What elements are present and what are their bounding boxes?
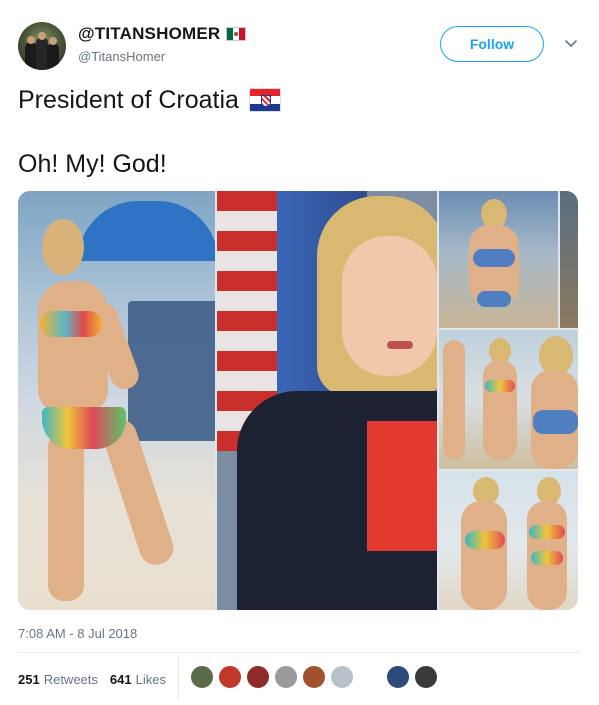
liker-avatar[interactable] — [358, 665, 382, 689]
photo-edge-strip — [560, 191, 578, 328]
umbrella-shape — [128, 301, 215, 441]
tweet-stats: 251 Retweets 641 Likes — [18, 662, 178, 696]
display-name-row[interactable]: @TITANSHOMER — [78, 24, 247, 44]
person-head — [42, 219, 84, 275]
liker-avatars — [190, 665, 438, 689]
swimsuit-top — [473, 249, 515, 267]
avatar-head — [49, 37, 57, 45]
person-body — [461, 501, 507, 610]
liker-avatar[interactable] — [246, 665, 270, 689]
photo-beach-left[interactable] — [18, 191, 215, 610]
liker-avatar[interactable] — [274, 665, 298, 689]
person-torso — [38, 281, 108, 411]
portrait-shirt — [367, 421, 437, 551]
tweet-text-line: Oh! My! God! — [18, 148, 578, 180]
media-grid — [18, 191, 578, 610]
swimsuit-top — [485, 380, 515, 392]
likes-label: Likes — [135, 671, 166, 687]
retweets-count: 251 — [18, 671, 40, 687]
display-name[interactable]: @TITANSHOMER — [78, 24, 220, 44]
swimsuit-bottom — [477, 291, 511, 307]
avatar-head — [38, 32, 46, 40]
photo-portrait[interactable] — [217, 191, 437, 610]
portrait-lips — [387, 341, 413, 349]
liker-avatar[interactable] — [190, 665, 214, 689]
likes-count: 641 — [109, 671, 132, 687]
person-leg — [48, 431, 84, 601]
liker-avatar[interactable] — [330, 665, 354, 689]
person-body — [443, 340, 465, 460]
likes-stat[interactable]: 641 Likes — [110, 672, 166, 687]
user-names: @TITANSHOMER @TitansHomer — [78, 24, 247, 64]
tweet-timestamp[interactable]: 7:08 AM - 8 Jul 2018 — [18, 626, 137, 641]
liker-avatar[interactable] — [218, 665, 242, 689]
swimsuit-top — [529, 525, 565, 539]
tweet-header: @TITANSHOMER @TitansHomer Follow — [18, 20, 581, 72]
follow-button[interactable]: Follow — [440, 26, 544, 62]
mexico-flag-icon — [226, 27, 247, 41]
divider — [178, 656, 179, 700]
swimsuit-top — [465, 531, 505, 549]
divider — [18, 652, 581, 653]
swimsuit-top — [533, 410, 578, 434]
retweets-label: Retweets — [43, 671, 98, 687]
croatia-flag-icon — [248, 88, 281, 112]
person-body — [483, 360, 517, 460]
liker-avatar[interactable] — [386, 665, 410, 689]
avatar-figure — [47, 43, 59, 70]
swimsuit-top — [40, 311, 102, 337]
swimsuit-bottom — [42, 407, 126, 449]
avatar-head — [27, 36, 35, 44]
liker-avatar[interactable] — [414, 665, 438, 689]
liker-avatar[interactable] — [302, 665, 326, 689]
tweet-text-line1: President of Croatia — [18, 86, 239, 114]
user-handle[interactable]: @TitansHomer — [78, 49, 246, 64]
retweets-stat[interactable]: 251 Retweets — [18, 672, 98, 687]
tweet-text-line: President of Croatia — [18, 84, 578, 116]
chevron-down-icon[interactable] — [564, 36, 578, 50]
swimsuit-bottom — [531, 551, 563, 565]
portrait-face — [342, 236, 437, 376]
photo-beach-top-right[interactable] — [439, 191, 558, 328]
tweet-text-line2: Oh! My! God! — [18, 150, 167, 178]
person-figure — [28, 211, 178, 601]
avatar[interactable] — [18, 22, 66, 70]
photo-beach-bottom-right[interactable] — [439, 471, 578, 610]
photo-beach-middle-right[interactable] — [439, 330, 578, 469]
tweet-text: President of Croatia Oh! My! God! — [18, 84, 578, 180]
